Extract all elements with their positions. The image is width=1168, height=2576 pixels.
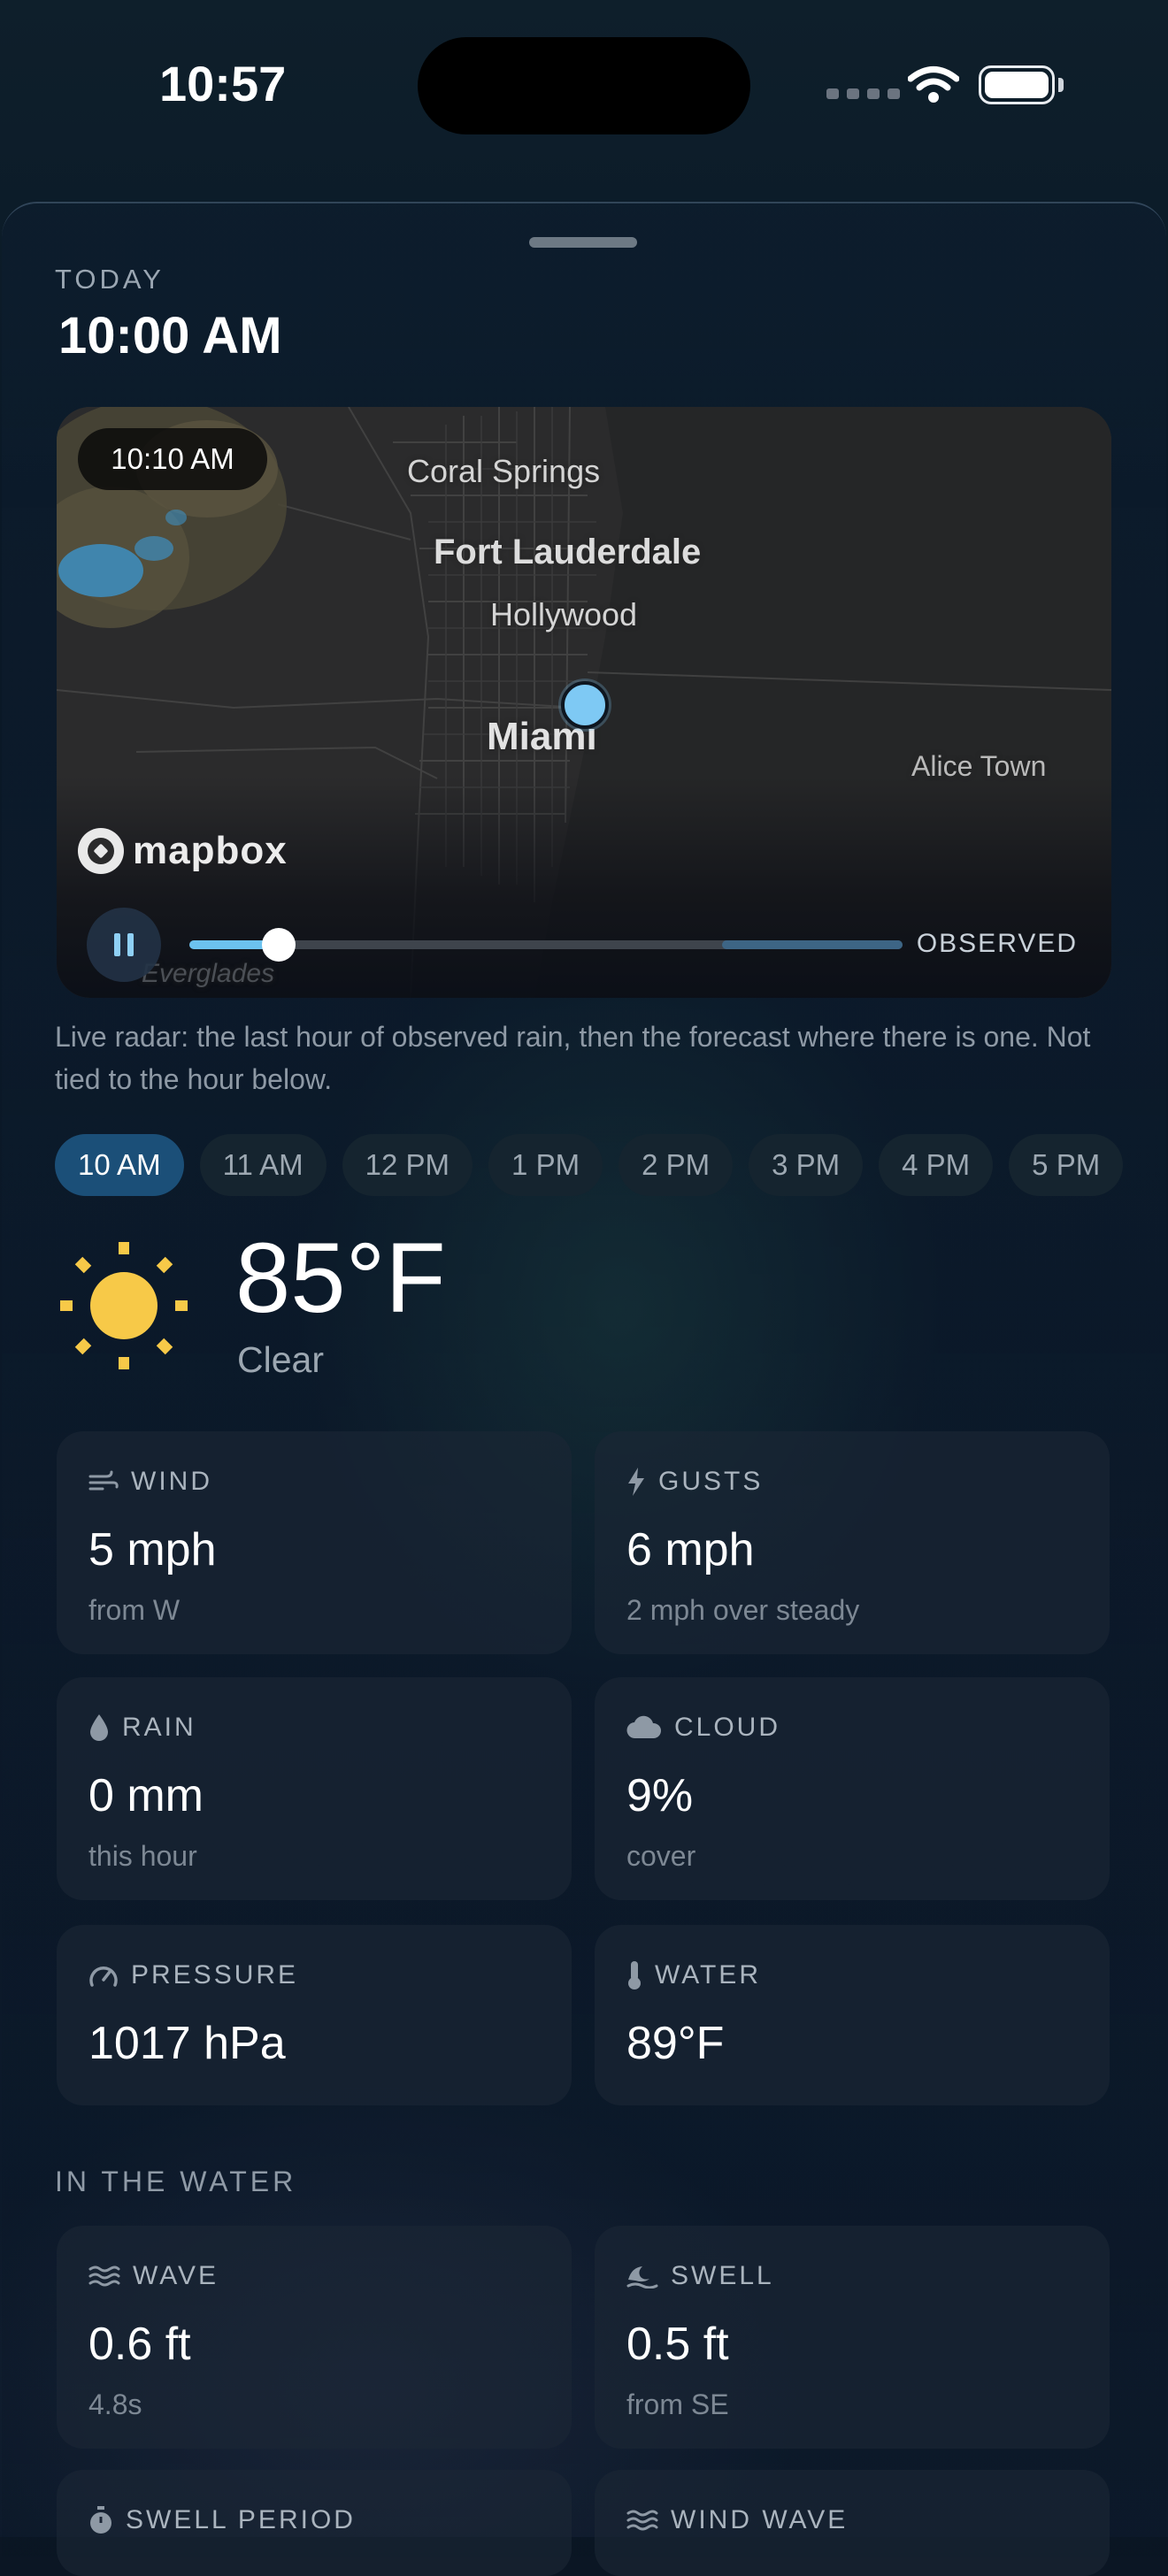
location-pin-icon	[561, 681, 609, 729]
swell-icon	[626, 2266, 658, 2288]
pause-button[interactable]	[87, 908, 161, 982]
water-value: 89°F	[626, 2018, 725, 2069]
cloud-icon	[626, 1715, 662, 1739]
hour-chip[interactable]: 1 PM	[488, 1134, 603, 1196]
in-the-water-heading: IN THE WATER	[55, 2166, 297, 2197]
swell-card[interactable]: SWELL 0.5 ft from SE	[595, 2226, 1110, 2449]
current-condition: Clear	[237, 1339, 324, 1380]
hour-chip[interactable]: 11 AM	[199, 1134, 327, 1196]
rain-label: RAIN	[122, 1713, 196, 1742]
cloud-card[interactable]: CLOUD 9% cover	[595, 1677, 1110, 1900]
map-label-alice-town: Alice Town	[911, 750, 1047, 782]
day-label: TODAY	[55, 264, 165, 295]
battery-cap	[1058, 78, 1064, 92]
map-label-everglades: Everglades	[142, 959, 275, 988]
forecast-segment	[722, 940, 903, 949]
radar-caption: Live radar: the last hour of observed ra…	[55, 1021, 1091, 1095]
rain-card[interactable]: RAIN 0 mm this hour	[57, 1677, 572, 1900]
cloud-value: 9%	[626, 1770, 694, 1821]
wifi-icon	[908, 66, 959, 103]
hour-selector: 10 AM 11 AM 12 PM 1 PM 2 PM 3 PM 4 PM 5 PM	[55, 1134, 1124, 1196]
radar-frame-time: 10:10 AM	[78, 428, 267, 490]
thermometer-icon	[628, 1961, 641, 1990]
swell-period-label: SWELL PERIOD	[126, 2505, 356, 2534]
swell-direction: from SE	[626, 2388, 729, 2420]
sheet-grabber[interactable]	[529, 237, 637, 248]
status-time: 10:57	[159, 56, 287, 111]
hour-chip[interactable]: 10 AM	[55, 1134, 184, 1196]
wind-value: 5 mph	[88, 1524, 217, 1576]
wind-label: WIND	[131, 1467, 212, 1496]
timeline-thumb[interactable]	[262, 928, 296, 962]
swell-period-card[interactable]: SWELL PERIOD	[57, 2470, 572, 2576]
hour-chip[interactable]: 12 PM	[342, 1134, 473, 1196]
wind-card[interactable]: WIND 5 mph from W	[57, 1431, 572, 1654]
lightning-icon	[628, 1468, 644, 1496]
cellular-signal-icon	[826, 88, 900, 99]
hour-chip[interactable]: 5 PM	[1009, 1134, 1124, 1196]
battery-icon	[979, 65, 1055, 104]
wind-direction: from W	[88, 1594, 181, 1626]
water-label: WATER	[655, 1960, 761, 1990]
rain-value: 0 mm	[88, 1770, 204, 1821]
hour-chip[interactable]: 3 PM	[749, 1134, 864, 1196]
rain-detail: this hour	[88, 1840, 197, 1872]
waves-icon	[88, 2266, 120, 2287]
radar-map[interactable]: Coral Springs Fort Lauderdale Hollywood …	[57, 407, 1111, 998]
selected-time-title: 10:00 AM	[58, 307, 282, 364]
radar-mode-label: OBSERVED	[916, 929, 1078, 958]
wave-label: WAVE	[133, 2261, 219, 2290]
hour-chip[interactable]: 2 PM	[619, 1134, 734, 1196]
wind-wave-card[interactable]: WIND WAVE	[595, 2470, 1110, 2576]
cloud-label: CLOUD	[674, 1713, 781, 1742]
map-label-coral-springs: Coral Springs	[407, 453, 601, 489]
gusts-label: GUSTS	[658, 1467, 764, 1496]
timer-icon	[90, 2506, 111, 2534]
wind-wave-label: WIND WAVE	[671, 2505, 849, 2534]
pressure-label: PRESSURE	[131, 1960, 299, 1990]
cloud-detail: cover	[626, 1840, 696, 1872]
droplet-icon	[90, 1714, 108, 1741]
map-label-fort-lauderdale: Fort Lauderdale	[434, 533, 702, 571]
gauge-icon	[89, 1966, 118, 1987]
swell-value: 0.5 ft	[626, 2319, 729, 2370]
pause-icon	[114, 933, 120, 956]
radar-timeline-slider[interactable]	[189, 928, 903, 962]
wave-value: 0.6 ft	[88, 2319, 191, 2370]
gusts-detail: 2 mph over steady	[626, 1594, 860, 1626]
map-label-hollywood: Hollywood	[490, 596, 638, 632]
pressure-card[interactable]: PRESSURE 1017 hPa	[57, 1925, 572, 2105]
mapbox-logo-icon	[78, 828, 124, 874]
current-temperature: 85°F	[235, 1223, 446, 1333]
gusts-value: 6 mph	[626, 1524, 755, 1576]
hour-chip[interactable]: 4 PM	[879, 1134, 994, 1196]
pressure-value: 1017 hPa	[88, 2018, 286, 2069]
wind-icon	[88, 1470, 119, 1491]
mapbox-wordmark: mapbox	[133, 829, 288, 872]
wave-period: 4.8s	[88, 2388, 142, 2420]
mapbox-attribution[interactable]: mapbox	[78, 828, 288, 874]
wave-card[interactable]: WAVE 0.6 ft 4.8s	[57, 2226, 572, 2449]
sun-icon	[60, 1242, 188, 1369]
gusts-card[interactable]: GUSTS 6 mph 2 mph over steady	[595, 1431, 1110, 1654]
waves-icon	[626, 2510, 658, 2531]
water-card[interactable]: WATER 89°F	[595, 1925, 1110, 2105]
dynamic-island	[418, 37, 750, 134]
swell-label: SWELL	[671, 2261, 774, 2290]
